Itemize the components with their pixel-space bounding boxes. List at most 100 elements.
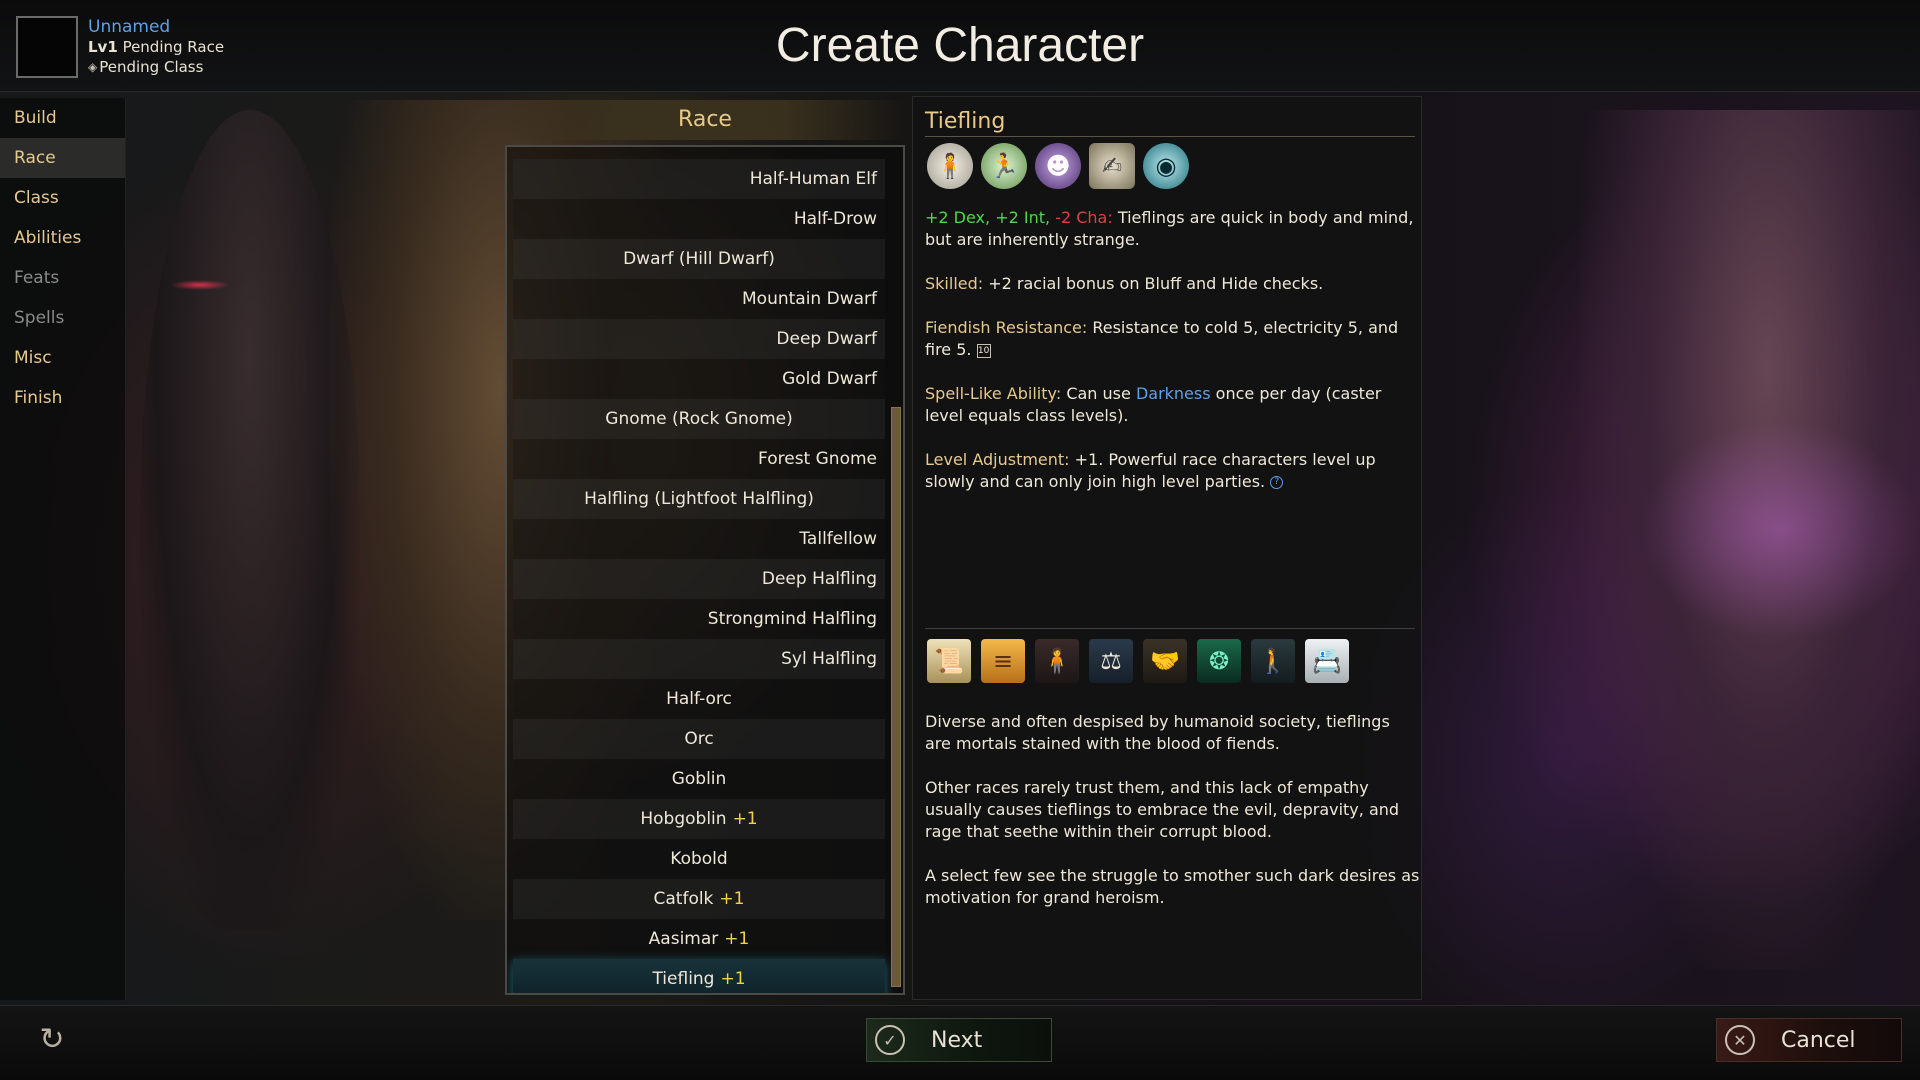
- hooded-face-icon[interactable]: ☻: [1035, 143, 1081, 189]
- race-row[interactable]: Deep Dwarf: [513, 319, 885, 359]
- cancel-button[interactable]: ✕ Cancel: [1716, 1018, 1902, 1062]
- race-name: Gold Dwarf: [782, 369, 877, 389]
- race-row[interactable]: Mountain Dwarf: [513, 279, 885, 319]
- magic-glow-art: [1640, 420, 1920, 640]
- race-row[interactable]: Kobold: [513, 839, 885, 879]
- race-name: Goblin: [671, 769, 727, 789]
- eye-icon[interactable]: ◉: [1143, 143, 1189, 189]
- crowd-scales-icon[interactable]: ⚖: [1089, 639, 1133, 683]
- race-row[interactable]: Dwarf (Hill Dwarf): [513, 239, 885, 279]
- refresh-icon[interactable]: ↻: [34, 1021, 70, 1057]
- walking-figure-icon[interactable]: 🚶: [1251, 639, 1295, 683]
- race-row[interactable]: Orc: [513, 719, 885, 759]
- level-adjustment-badge: +1: [732, 809, 758, 829]
- scroll-icon[interactable]: 📜: [927, 639, 971, 683]
- sidebar-item-misc[interactable]: Misc: [0, 338, 125, 378]
- id-card-icon[interactable]: 📇: [1305, 639, 1349, 683]
- level-adjustment-badge: +1: [724, 929, 750, 949]
- race-name: Half-Human Elf: [749, 169, 877, 189]
- sidebar-item-class[interactable]: Class: [0, 178, 125, 218]
- race-row[interactable]: Gnome (Rock Gnome): [513, 399, 885, 439]
- race-row[interactable]: Syl Halfling: [513, 639, 885, 679]
- race-row[interactable]: Tallfellow: [513, 519, 885, 559]
- scroll-hand-icon[interactable]: ✍: [1089, 143, 1135, 189]
- spell-label: Spell-Like Ability:: [925, 384, 1062, 403]
- race-row[interactable]: Catfolk +1: [513, 879, 885, 919]
- fiendish-resistance-text: Fiendish Resistance: Resistance to cold …: [925, 317, 1420, 361]
- orange-scroll-icon[interactable]: ≡: [981, 639, 1025, 683]
- race-name: Kobold: [670, 849, 728, 869]
- race-row[interactable]: Forest Gnome: [513, 439, 885, 479]
- sidebar-item-finish[interactable]: Finish: [0, 378, 125, 418]
- race-name: Gnome (Rock Gnome): [605, 409, 793, 429]
- race-name: Syl Halfling: [781, 649, 877, 669]
- top-bar: Unnamed Lv1 Pending Race ◈ Pending Class…: [0, 0, 1920, 92]
- race-name: Strongmind Halfling: [707, 609, 877, 629]
- reference-icon[interactable]: 10: [976, 343, 991, 358]
- race-detail-panel: Tiefling 🧍 🏃 ☻ ✍ ◉ +2 Dex, +2 Int, -2 Ch…: [912, 96, 1422, 1000]
- race-name: Orc: [684, 729, 714, 749]
- page-title: Create Character: [775, 19, 1145, 72]
- darkness-spell-link[interactable]: Darkness: [1136, 384, 1211, 403]
- race-detail-title: Tiefling: [925, 109, 1415, 137]
- detail-divider: [925, 628, 1415, 629]
- sidebar-item-build[interactable]: Build: [0, 98, 125, 138]
- race-list-panel: Half-Human Elf Half-Drow Dwarf (Hill Dwarf…: [505, 145, 905, 995]
- skilled-label: Skilled:: [925, 274, 984, 293]
- figure-icon[interactable]: 🧍: [1035, 639, 1079, 683]
- race-row[interactable]: Half-Human Elf: [513, 159, 885, 199]
- race-row[interactable]: Half-Drow: [513, 199, 885, 239]
- checkmark-icon: ✓: [875, 1025, 905, 1055]
- sidebar-item-feats[interactable]: Feats: [0, 258, 125, 298]
- race-name: Hobgoblin: [640, 809, 727, 829]
- race-name: Deep Dwarf: [776, 329, 877, 349]
- race-row[interactable]: Strongmind Halfling: [513, 599, 885, 639]
- race-list: Half-Human Elf Half-Drow Dwarf (Hill Dwarf…: [513, 159, 885, 993]
- race-row[interactable]: Half-orc: [513, 679, 885, 719]
- race-name: Tallfellow: [799, 529, 877, 549]
- glowing-eyes-art: [170, 280, 230, 290]
- race-name: Forest Gnome: [758, 449, 877, 469]
- race-row[interactable]: Aasimar +1: [513, 919, 885, 959]
- help-icon[interactable]: ?: [1270, 476, 1284, 489]
- ability-mods-positive: +2 Dex, +2 Int,: [925, 208, 1051, 227]
- level-adjustment-badge: +1: [720, 969, 746, 989]
- race-row[interactable]: Tiefling +1: [513, 959, 885, 993]
- feature-icon-row: 📜 ≡ 🧍 ⚖ 🤝 ❂ 🚶 📇: [927, 639, 1349, 683]
- demon-icon[interactable]: ❂: [1197, 639, 1241, 683]
- ability-mods-negative: -2 Cha:: [1055, 208, 1113, 227]
- next-button[interactable]: ✓ Next: [866, 1018, 1052, 1062]
- running-figure-icon[interactable]: 🏃: [981, 143, 1027, 189]
- humanoid-icon[interactable]: 🧍: [927, 143, 973, 189]
- trait-icon-row: 🧍 🏃 ☻ ✍ ◉: [927, 143, 1189, 189]
- close-icon: ✕: [1725, 1025, 1755, 1055]
- sidebar-item-spells[interactable]: Spells: [0, 298, 125, 338]
- race-name: Half-orc: [666, 689, 732, 709]
- sidebar-nav: Build Race Class Abilities Feats Spells …: [0, 98, 126, 1000]
- sidebar-item-race[interactable]: Race: [0, 138, 125, 178]
- race-row[interactable]: Hobgoblin +1: [513, 799, 885, 839]
- race-panel-header: Race: [505, 100, 905, 140]
- next-button-label: Next: [931, 1027, 983, 1053]
- race-row[interactable]: Halfling (Lightfoot Halfling): [513, 479, 885, 519]
- race-row[interactable]: Deep Halfling: [513, 559, 885, 599]
- fiendish-label: Fiendish Resistance:: [925, 318, 1088, 337]
- race-name: Tiefling: [652, 969, 715, 989]
- race-name: Aasimar: [648, 929, 719, 949]
- race-list-scrollbar[interactable]: [891, 407, 901, 987]
- race-row[interactable]: Goblin: [513, 759, 885, 799]
- race-name: Deep Halfling: [761, 569, 877, 589]
- handshake-icon[interactable]: 🤝: [1143, 639, 1187, 683]
- race-name: Mountain Dwarf: [742, 289, 877, 309]
- cancel-button-label: Cancel: [1781, 1027, 1856, 1053]
- race-name: Catfolk: [653, 889, 714, 909]
- ability-modifiers-text: +2 Dex, +2 Int, -2 Cha: Tieflings are qu…: [925, 207, 1420, 251]
- level-adjustment-label: Level Adjustment:: [925, 450, 1070, 469]
- skilled-description: +2 racial bonus on Bluff and Hide checks…: [988, 274, 1324, 293]
- spell-like-ability-text: Spell-Like Ability: Can use Darkness onc…: [925, 383, 1420, 427]
- race-row[interactable]: Gold Dwarf: [513, 359, 885, 399]
- lore-paragraph-2: Other races rarely trust them, and this …: [925, 778, 1400, 841]
- sidebar-item-abilities[interactable]: Abilities: [0, 218, 125, 258]
- armored-figure-art: [140, 110, 360, 930]
- level-adjustment-text: Level Adjustment: +1. Powerful race char…: [925, 449, 1420, 493]
